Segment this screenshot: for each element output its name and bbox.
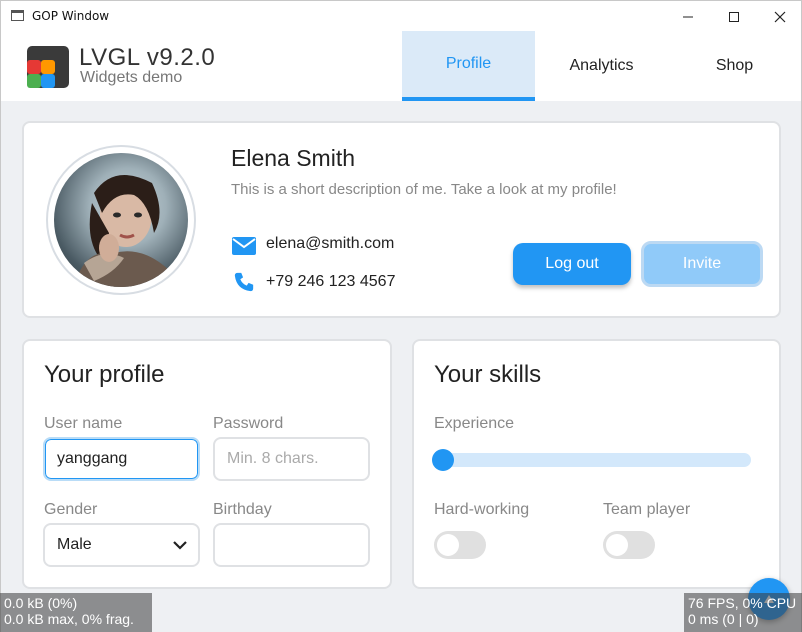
email-text: elena@smith.com	[266, 235, 395, 252]
experience-slider-knob[interactable]	[432, 449, 454, 471]
window-title: GOP Window	[32, 9, 110, 23]
username-input[interactable]: yanggang	[43, 437, 200, 481]
close-icon	[774, 11, 786, 22]
your-profile-card: Your profile User name yanggang Password…	[22, 339, 392, 589]
team-player-label: Team player	[603, 501, 691, 518]
hard-working-label: Hard-working	[434, 501, 530, 518]
password-placeholder: Min. 8 chars.	[227, 450, 319, 467]
your-profile-title: Your profile	[44, 361, 165, 388]
app-subtitle: Widgets demo	[80, 69, 183, 86]
app-window-icon	[11, 10, 24, 21]
team-player-switch[interactable]	[603, 531, 655, 559]
invite-button[interactable]: Invite	[641, 241, 763, 287]
avatar	[54, 153, 188, 287]
experience-label: Experience	[434, 415, 515, 432]
hard-working-switch[interactable]	[434, 531, 486, 559]
gender-label: Gender	[44, 501, 98, 518]
minimize-button[interactable]	[665, 1, 711, 32]
birthday-label: Birthday	[213, 501, 272, 518]
memory-line-2: 0.0 kB max, 0% frag.	[4, 611, 134, 627]
chevron-down-icon	[173, 541, 187, 550]
memory-line-1: 0.0 kB (0%)	[4, 595, 78, 611]
maximize-button[interactable]	[711, 1, 757, 32]
password-input[interactable]: Min. 8 chars.	[213, 437, 370, 481]
your-skills-title: Your skills	[434, 361, 542, 388]
birthday-input[interactable]	[213, 523, 370, 567]
tab-analytics[interactable]: Analytics	[535, 31, 668, 101]
app-header: LVGL v9.2.0 Widgets demo Profile Analyti…	[0, 31, 802, 101]
perf-line-2: 0 ms (0 | 0)	[688, 611, 759, 627]
experience-slider[interactable]	[434, 453, 751, 467]
profile-name: Elena Smith	[231, 145, 356, 171]
close-button[interactable]	[757, 1, 802, 32]
app-title: LVGL v9.2.0	[79, 44, 216, 71]
perf-line-1: 76 FPS, 0% CPU	[688, 595, 797, 611]
username-value: yanggang	[57, 450, 128, 467]
gender-dropdown[interactable]: Male	[43, 523, 200, 567]
phone-text: +79 246 123 4567	[266, 273, 396, 290]
maximize-icon	[729, 11, 739, 22]
lvgl-logo-icon	[27, 46, 69, 88]
gender-value: Male	[57, 536, 92, 553]
phone-icon	[234, 272, 254, 292]
performance-monitor: 76 FPS, 0% CPU 0 ms (0 | 0)	[684, 593, 802, 632]
avatar-frame	[46, 145, 196, 295]
window-title-bar: GOP Window	[0, 0, 802, 31]
profile-description: This is a short description of me. Take …	[231, 181, 617, 198]
username-label: User name	[44, 415, 123, 432]
content-area: Elena Smith This is a short description …	[0, 101, 802, 632]
tab-profile[interactable]: Profile	[402, 31, 535, 101]
password-label: Password	[213, 415, 284, 432]
tab-shop[interactable]: Shop	[668, 31, 801, 101]
logout-button[interactable]: Log out	[513, 243, 631, 285]
minimize-icon	[683, 16, 693, 17]
memory-monitor: 0.0 kB (0%) 0.0 kB max, 0% frag.	[0, 593, 152, 632]
email-icon	[232, 237, 256, 255]
profile-card: Elena Smith This is a short description …	[22, 121, 781, 318]
your-skills-card: Your skills Experience Hard-working Team…	[412, 339, 781, 589]
